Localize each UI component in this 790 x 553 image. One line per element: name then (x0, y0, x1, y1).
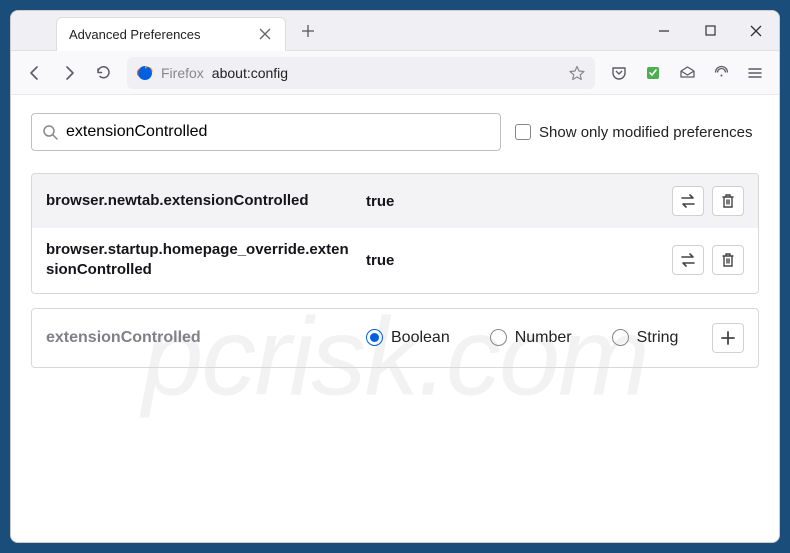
menu-button[interactable] (739, 57, 771, 89)
url-text: about:config (212, 65, 561, 81)
minimize-button[interactable] (641, 11, 687, 51)
search-icon (42, 124, 58, 140)
radio-icon[interactable] (366, 329, 383, 346)
search-box[interactable] (31, 113, 501, 151)
add-button[interactable] (712, 323, 744, 353)
add-pref-row: extensionControlled Boolean Number Strin… (31, 308, 759, 368)
checkbox-label: Show only modified preferences (539, 124, 752, 141)
row-actions (672, 245, 744, 275)
pref-name: browser.startup.homepage_override.extens… (46, 240, 356, 281)
pocket-icon[interactable] (603, 57, 635, 89)
forward-button[interactable] (53, 57, 85, 89)
close-window-button[interactable] (733, 11, 779, 51)
pref-row: browser.newtab.extensionControlled true (32, 174, 758, 228)
pref-name: browser.newtab.extensionControlled (46, 191, 356, 211)
browser-tab[interactable]: Advanced Preferences (56, 17, 286, 51)
tab-title: Advanced Preferences (69, 27, 257, 42)
radio-string[interactable]: String (612, 329, 679, 347)
url-bar[interactable]: Firefox about:config (127, 57, 595, 89)
browser-window: Advanced Preferences (10, 10, 780, 543)
toolbar: Firefox about:config (11, 51, 779, 95)
window-controls (641, 11, 779, 51)
radio-icon[interactable] (490, 329, 507, 346)
radio-number[interactable]: Number (490, 329, 572, 347)
pref-row: browser.startup.homepage_override.extens… (32, 228, 758, 293)
url-origin-label: Firefox (161, 65, 204, 81)
radio-icon[interactable] (612, 329, 629, 346)
radio-label: Boolean (391, 329, 450, 347)
show-modified-checkbox[interactable]: Show only modified preferences (515, 124, 752, 141)
toggle-button[interactable] (672, 186, 704, 216)
firefox-logo-icon (137, 65, 153, 81)
new-tab-button[interactable] (294, 17, 322, 45)
shield-icon[interactable] (705, 57, 737, 89)
titlebar: Advanced Preferences (11, 11, 779, 51)
search-row: Show only modified preferences (31, 113, 759, 151)
bookmark-star-icon[interactable] (569, 65, 585, 81)
inbox-icon[interactable] (671, 57, 703, 89)
radio-boolean[interactable]: Boolean (366, 329, 450, 347)
maximize-button[interactable] (687, 11, 733, 51)
checkbox-icon[interactable] (515, 124, 531, 140)
close-tab-icon[interactable] (257, 26, 273, 42)
extension-icon[interactable] (637, 57, 669, 89)
reload-button[interactable] (87, 57, 119, 89)
prefs-table: browser.newtab.extensionControlled true … (31, 173, 759, 294)
delete-button[interactable] (712, 245, 744, 275)
page-content: pcrisk.com Show only modified preference… (11, 95, 779, 542)
radio-label: Number (515, 329, 572, 347)
radio-label: String (637, 329, 679, 347)
toggle-button[interactable] (672, 245, 704, 275)
delete-button[interactable] (712, 186, 744, 216)
search-input[interactable] (66, 123, 490, 141)
pref-value: true (366, 252, 662, 269)
add-pref-name: extensionControlled (46, 329, 356, 347)
back-button[interactable] (19, 57, 51, 89)
pref-value: true (366, 193, 662, 210)
type-radios: Boolean Number String (366, 329, 702, 347)
row-actions (672, 186, 744, 216)
